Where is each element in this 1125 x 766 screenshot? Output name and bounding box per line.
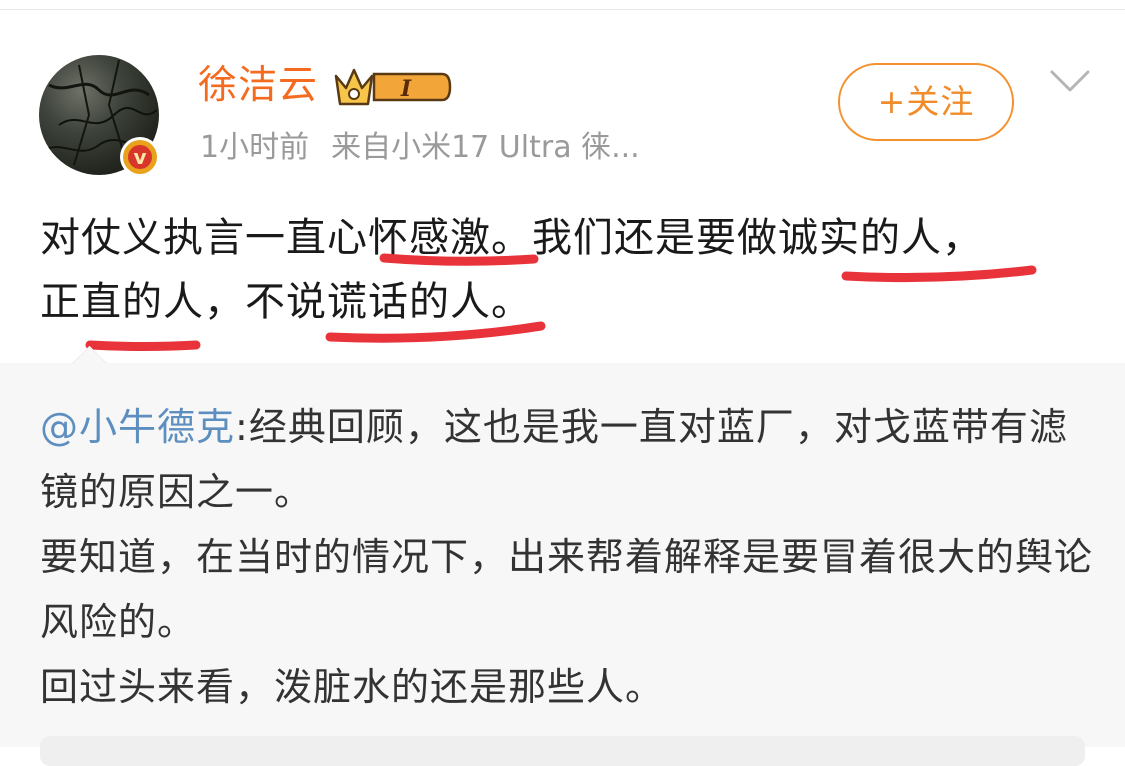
highlight-marks	[85, 253, 1037, 351]
underline-mark	[841, 265, 1037, 283]
repost-media-card[interactable]	[40, 736, 1085, 766]
repost-paragraph: 回过头来看，泼脏水的还是那些人。	[40, 665, 665, 709]
repost-body: @小牛德克:经典回顾，这也是我一直对蓝厂，对戈蓝带有滤镜的原因之一。 要知道，在…	[40, 395, 1100, 720]
underline-mark	[85, 340, 201, 351]
repost-paragraph: 要知道，在当时的情况下，出来帮着解释是要冒着很大的舆论风险的。	[40, 535, 1094, 644]
repost-card[interactable]: @小牛德克:经典回顾，这也是我一直对蓝厂，对戈蓝带有滤镜的原因之一。 要知道，在…	[0, 345, 1125, 766]
underline-mark	[325, 321, 546, 343]
underline-mark	[379, 253, 539, 266]
mention-link[interactable]: @小牛德克	[40, 405, 235, 449]
